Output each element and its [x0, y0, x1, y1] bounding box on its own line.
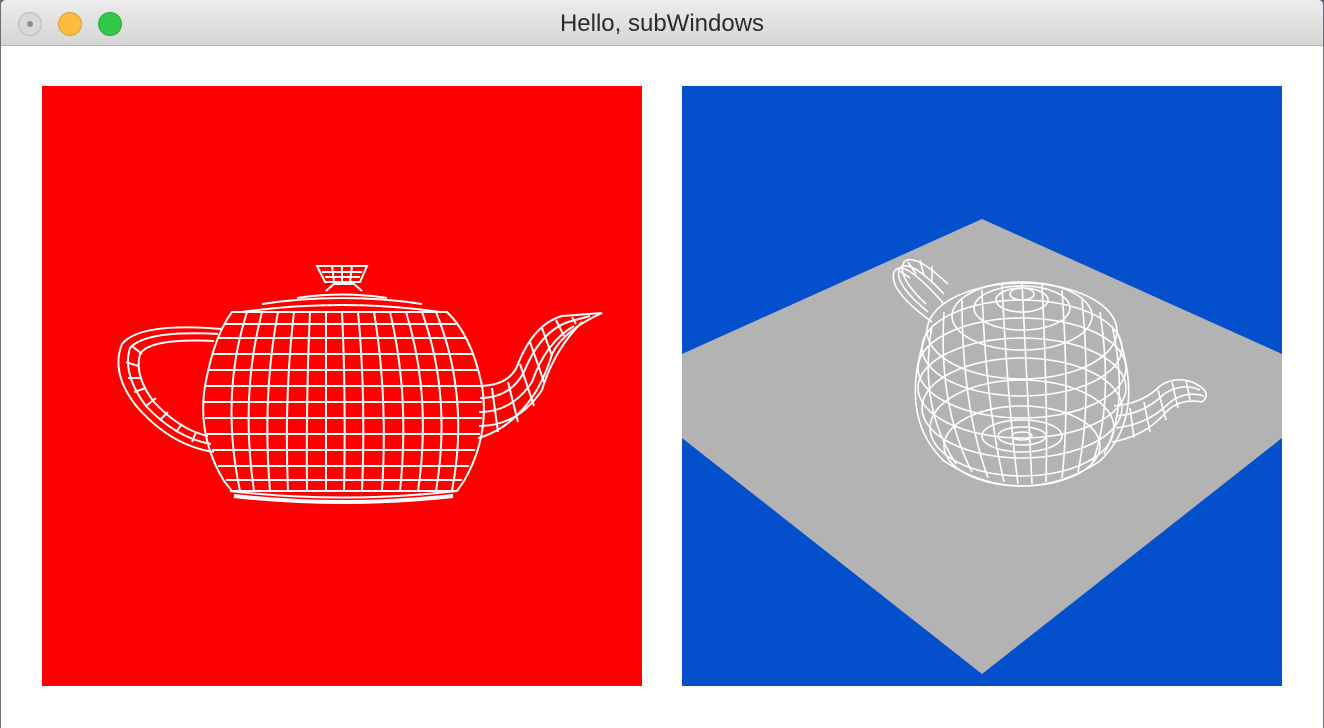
front-view-canvas	[42, 86, 642, 686]
subwindow-front-view[interactable]	[42, 86, 642, 686]
perspective-view-canvas	[682, 86, 1282, 686]
app-window: Hello, subWindows	[1, 0, 1323, 728]
subwindow-perspective-view[interactable]	[682, 86, 1282, 686]
window-title: Hello, subWindows	[559, 10, 765, 37]
title-bar[interactable]: Hello, subWindows	[1, 0, 1323, 46]
